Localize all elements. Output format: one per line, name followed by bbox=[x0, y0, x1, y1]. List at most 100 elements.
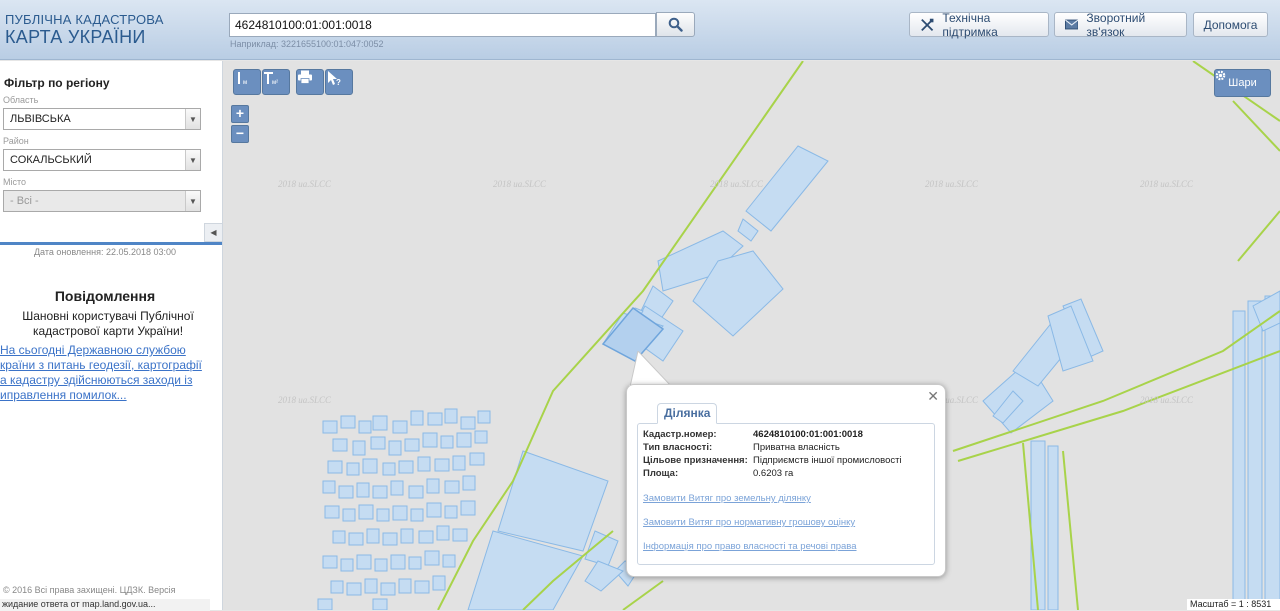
cadastral-search-input[interactable] bbox=[229, 13, 656, 37]
parcel bbox=[410, 508, 424, 522]
ruler-icon: м bbox=[238, 72, 247, 86]
parcel bbox=[404, 438, 420, 452]
parcel bbox=[392, 420, 408, 434]
parcel bbox=[380, 582, 396, 596]
parcel bbox=[737, 218, 759, 242]
chevron-down-icon: ▼ bbox=[185, 150, 200, 170]
tools-icon bbox=[921, 18, 934, 31]
region-filter-title: Фільтр по регіону bbox=[4, 76, 110, 90]
map-canvas[interactable]: 2018 ua.SLCC 2018 ua.SLCC 2018 ua.SLCC 2… bbox=[223, 61, 1280, 610]
parcel bbox=[388, 440, 402, 456]
watermark-text: 2018 ua.SLCC bbox=[278, 179, 332, 189]
zoom-out-button[interactable]: − bbox=[231, 125, 249, 143]
parcel bbox=[408, 485, 424, 499]
parcel bbox=[352, 440, 366, 456]
info-value: 0.6203 га bbox=[753, 468, 794, 479]
parcel bbox=[427, 412, 443, 426]
order-valuation-extract-link[interactable]: Замовити Витяг про нормативну грошову оц… bbox=[643, 517, 855, 528]
notice-link[interactable]: На сьогодні Державною службою країни з п… bbox=[0, 343, 216, 403]
parcel bbox=[418, 530, 434, 544]
help-button[interactable]: Допомога bbox=[1193, 12, 1268, 37]
print-button[interactable] bbox=[296, 69, 324, 95]
info-value: Приватна власність bbox=[753, 442, 840, 453]
info-key: Цільове призначення: bbox=[643, 455, 748, 466]
svg-text:?: ? bbox=[336, 78, 341, 86]
parcel bbox=[390, 554, 406, 570]
measure-distance-button[interactable]: м bbox=[233, 69, 261, 95]
search-button[interactable] bbox=[656, 12, 695, 37]
boundary-line bbox=[1062, 450, 1079, 610]
parcel bbox=[338, 485, 354, 499]
parcel bbox=[462, 475, 476, 491]
parcel bbox=[382, 462, 396, 476]
printer-icon bbox=[298, 70, 312, 84]
identify-button[interactable]: ? bbox=[325, 69, 353, 95]
order-land-extract-link[interactable]: Замовити Витяг про земельну ділянку bbox=[643, 493, 811, 504]
layers-button[interactable]: Шари bbox=[1214, 69, 1271, 97]
watermark-text: 2018 ua.SLCC bbox=[1140, 395, 1194, 405]
chevron-left-icon: ◀ bbox=[210, 228, 217, 237]
watermark-text: 2018 ua.SLCC bbox=[925, 179, 979, 189]
logo-line-2: КАРТА УКРАЇНИ bbox=[5, 27, 146, 47]
svg-text:м: м bbox=[243, 80, 247, 86]
rayon-select[interactable]: СОКАЛЬСЬКИЙ ▼ bbox=[3, 149, 201, 171]
feedback-button[interactable]: Зворотний зв'язок bbox=[1054, 10, 1187, 39]
parcel bbox=[408, 556, 422, 570]
browser-status-text: жидание ответа от map.land.gov.ua... bbox=[0, 599, 210, 611]
layers-label: Шари bbox=[1228, 77, 1257, 89]
measure-area-button[interactable]: м² bbox=[262, 69, 290, 95]
watermark-text: 2018 ua.SLCC bbox=[278, 395, 332, 405]
parcel bbox=[432, 575, 446, 591]
zoom-in-button[interactable]: + bbox=[231, 105, 249, 123]
parcel bbox=[356, 482, 370, 498]
collapse-sidebar-button[interactable]: ◀ bbox=[204, 223, 223, 242]
parcel bbox=[434, 458, 450, 472]
parcel bbox=[340, 415, 356, 429]
rayon-value: СОКАЛЬСЬКИЙ bbox=[10, 154, 92, 166]
tech-support-label: Технічна підтримка bbox=[942, 10, 998, 39]
parcel bbox=[1264, 295, 1280, 610]
parcel bbox=[346, 462, 360, 476]
info-key: Тип власності: bbox=[643, 442, 713, 453]
tab-parcel[interactable]: Ділянка bbox=[657, 403, 718, 424]
parcel bbox=[372, 485, 388, 499]
ownership-info-link[interactable]: Інформація про право власності та речові… bbox=[643, 541, 857, 552]
rayon-label: Район bbox=[3, 136, 29, 146]
plus-icon: + bbox=[235, 105, 245, 121]
site-logo[interactable]: ПУБЛІЧНА КАДАСТРОВА КАРТА УКРАЇНИ bbox=[5, 13, 164, 46]
parcel bbox=[322, 555, 338, 569]
info-value: 4624810100:01:001:0018 bbox=[753, 429, 863, 440]
help-label: Допомога bbox=[1203, 17, 1258, 32]
close-icon[interactable]: ✕ bbox=[927, 388, 939, 405]
parcel bbox=[436, 525, 450, 541]
chevron-down-icon: ▼ bbox=[185, 109, 200, 129]
oblast-select[interactable]: ЛЬВІВСЬКА ▼ bbox=[3, 108, 201, 130]
oblast-label: Область bbox=[3, 95, 39, 105]
search-icon bbox=[668, 17, 683, 32]
misto-select[interactable]: - Всі - ▼ bbox=[3, 190, 201, 212]
parcel bbox=[362, 458, 378, 474]
parcel bbox=[452, 455, 466, 471]
feedback-label: Зворотний зв'язок bbox=[1086, 10, 1146, 39]
parcel bbox=[346, 582, 362, 596]
info-key: Кадастр.номер: bbox=[643, 429, 717, 440]
oblast-value: ЛЬВІВСЬКА bbox=[10, 113, 71, 125]
parcel bbox=[417, 456, 431, 472]
cursor-question-icon: ? bbox=[328, 71, 341, 86]
parcel bbox=[1030, 440, 1046, 610]
parcel bbox=[398, 460, 414, 474]
parcel bbox=[398, 578, 412, 594]
scale-indicator: Масштаб = 1 : 8531 bbox=[1187, 599, 1280, 610]
svg-text:м²: м² bbox=[272, 80, 278, 86]
parcel bbox=[1047, 445, 1059, 610]
boundary-line bbox=[1237, 210, 1280, 262]
parcel bbox=[374, 558, 388, 572]
parcel bbox=[460, 416, 476, 430]
parcel bbox=[372, 415, 388, 431]
tech-support-button[interactable]: Технічна підтримка bbox=[909, 10, 1049, 39]
parcel bbox=[477, 410, 491, 424]
parcel bbox=[342, 508, 356, 522]
parcel bbox=[400, 528, 414, 544]
notice-text: Шановні користувачі Публічної кадастрово… bbox=[22, 309, 194, 338]
parcel bbox=[584, 530, 619, 567]
